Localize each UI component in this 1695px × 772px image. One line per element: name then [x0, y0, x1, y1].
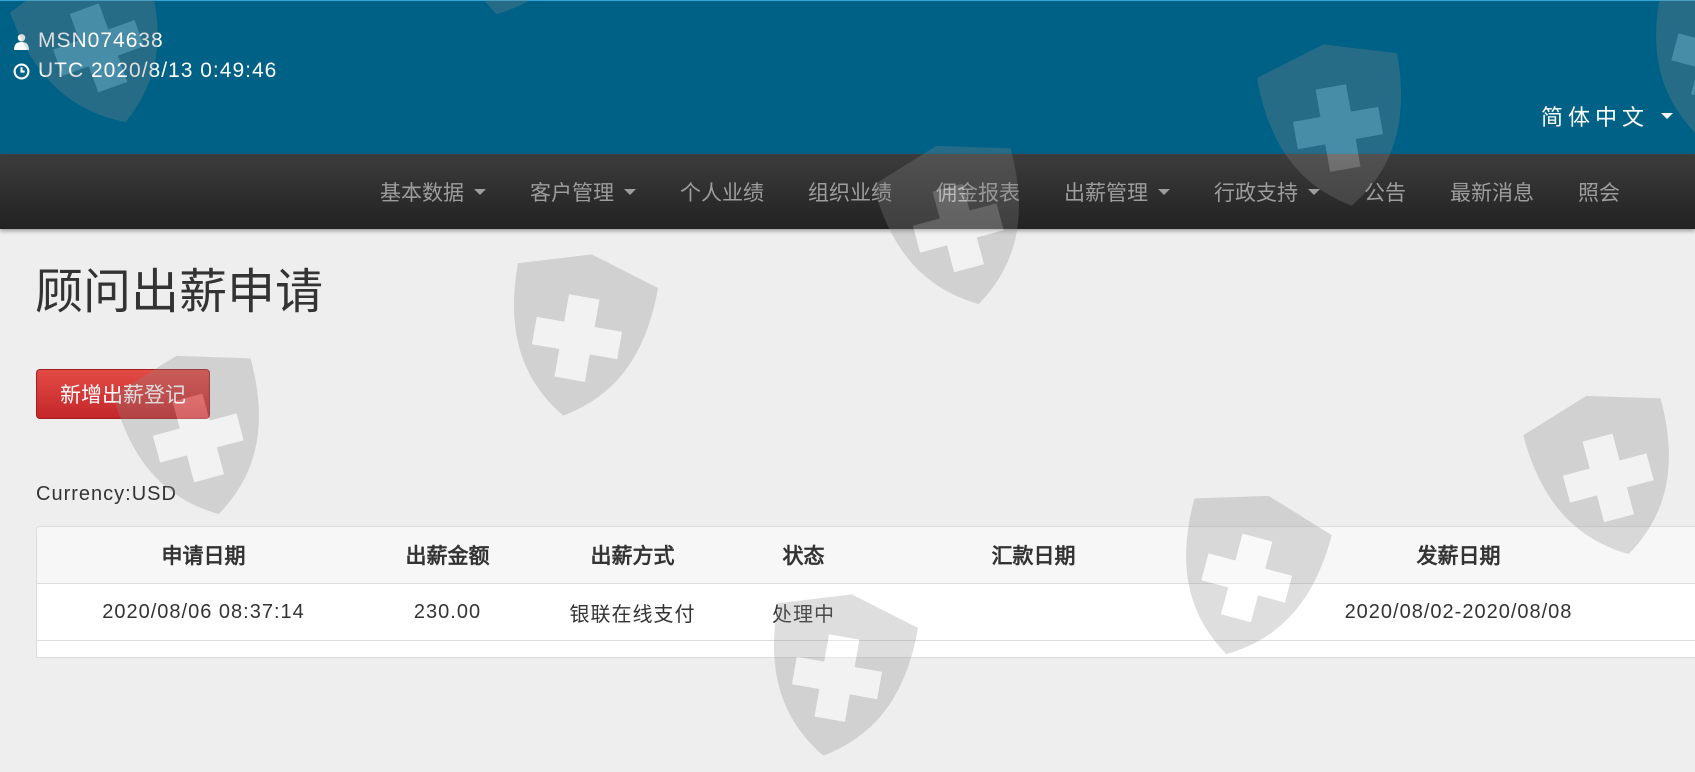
column-header: 出薪金额 — [370, 527, 525, 584]
nav-item-label: 行政支持 — [1214, 181, 1298, 205]
user-id: MSN074638 — [38, 29, 164, 52]
nav-item-3[interactable]: 组织业绩 — [786, 154, 914, 229]
table-cell: 2020/08/02-2020/08/08 — [1200, 583, 1695, 641]
table-cell — [867, 583, 1200, 641]
nav-menu: 基本数据 客户管理 个人业绩 组织业绩 佣金报表 出薪管理 行政支持 公告 最新消息 照会 — [358, 154, 1642, 229]
nav-item-4[interactable]: 佣金报表 — [914, 154, 1042, 229]
nav-item-label: 客户管理 — [530, 181, 614, 205]
table-header-row: 申请日期 出薪金额 出薪方式 状态 汇款日期 发薪日期 — [37, 527, 1695, 584]
table-row[interactable]: 2020/08/06 08:37:14 230.00 银联在线支付 处理中 2020/0… — [37, 583, 1695, 641]
column-header: 申请日期 — [37, 527, 370, 584]
nav-item-label: 公告 — [1364, 181, 1406, 205]
nav-item-1[interactable]: 客户管理 — [508, 154, 658, 229]
page-title: 顾问出薪申请 — [35, 266, 324, 319]
nav-item-label: 出薪管理 — [1064, 181, 1148, 205]
column-header: 出薪方式 — [525, 527, 740, 584]
chevron-down-icon — [1308, 188, 1320, 195]
chevron-down-icon — [1661, 113, 1673, 119]
server-datetime: UTC 2020/8/13 0:49:46 — [38, 59, 278, 82]
nav-item-label: 个人业绩 — [680, 181, 764, 205]
top-header: MSN074638 UTC 2020/8/13 0:49:46 简体中文 — [0, 0, 1695, 154]
nav-item-label: 组织业绩 — [808, 181, 892, 205]
shield-watermark-icon — [486, 238, 668, 432]
user-info: MSN074638 — [13, 29, 164, 53]
table-cell: 银联在线支付 — [525, 583, 740, 641]
nav-item-label: 照会 — [1578, 181, 1620, 205]
column-header: 汇款日期 — [867, 527, 1200, 584]
table-cell: 2020/08/06 08:37:14 — [37, 583, 370, 641]
add-payout-button[interactable]: 新增出薪登记 — [36, 369, 210, 419]
currency-label: Currency:USD — [36, 483, 177, 505]
time-info: UTC 2020/8/13 0:49:46 — [13, 59, 277, 83]
language-selector[interactable]: 简体中文 — [1541, 100, 1673, 132]
chevron-down-icon — [1158, 188, 1170, 195]
user-icon — [13, 33, 30, 50]
nav-item-label: 最新消息 — [1450, 181, 1534, 205]
nav-item-7[interactable]: 公告 — [1342, 154, 1428, 229]
shield-watermark-icon — [101, 333, 295, 537]
column-header: 发薪日期 — [1200, 527, 1695, 584]
chevron-down-icon — [624, 188, 636, 195]
table-cell: 处理中 — [740, 583, 867, 641]
nav-item-label: 基本数据 — [380, 181, 464, 205]
nav-item-2[interactable]: 个人业绩 — [658, 154, 786, 229]
nav-item-label: 佣金报表 — [936, 181, 1020, 205]
nav-item-0[interactable]: 基本数据 — [358, 154, 508, 229]
main-navbar: 基本数据 客户管理 个人业绩 组织业绩 佣金报表 出薪管理 行政支持 公告 最新消息 照会 — [0, 154, 1695, 229]
language-label: 简体中文 — [1540, 105, 1649, 130]
nav-item-5[interactable]: 出薪管理 — [1042, 154, 1192, 229]
column-header: 状态 — [740, 527, 867, 584]
nav-item-8[interactable]: 最新消息 — [1428, 154, 1556, 229]
clock-icon — [13, 63, 30, 80]
nav-item-9[interactable]: 照会 — [1556, 154, 1642, 229]
chevron-down-icon — [474, 188, 486, 195]
table-cell: 230.00 — [370, 583, 525, 641]
nav-item-6[interactable]: 行政支持 — [1192, 154, 1342, 229]
payout-table: 申请日期 出薪金额 出薪方式 状态 汇款日期 发薪日期 2020/08/06 08:37:… — [36, 526, 1695, 658]
